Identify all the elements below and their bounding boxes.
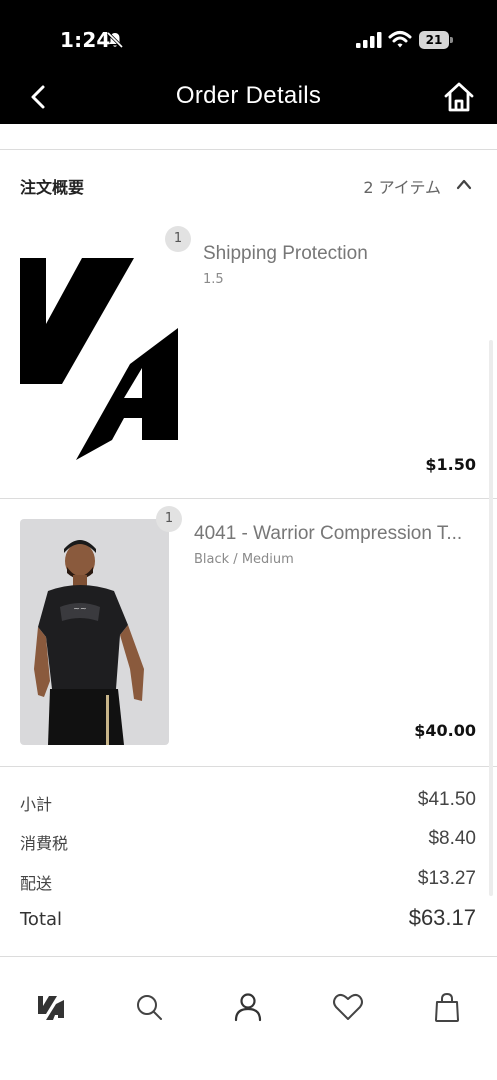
item-name: 4041 - Warrior Compression T...: [194, 523, 463, 544]
bag-icon[interactable]: [430, 990, 464, 1024]
item-name: Shipping Protection: [203, 243, 368, 264]
heart-icon[interactable]: [331, 990, 365, 1024]
subtotal-value: $41.50: [417, 789, 476, 810]
scrollbar[interactable]: [489, 340, 493, 896]
item-price: $1.50: [425, 455, 476, 474]
total-value: $63.17: [408, 905, 476, 930]
tab-bar: [0, 958, 497, 1080]
tax-value: $8.40: [428, 828, 476, 849]
account-icon[interactable]: [231, 990, 265, 1024]
quantity-badge: 1: [156, 506, 182, 532]
bell-off-icon: [106, 31, 124, 49]
quantity-badge: 1: [165, 226, 191, 252]
search-icon[interactable]: [132, 990, 166, 1024]
order-item-count[interactable]: 2 アイテム: [363, 174, 441, 198]
tax-label: 消費税: [20, 834, 69, 853]
divider: [0, 766, 497, 767]
item-variant: 1.5: [203, 272, 224, 287]
wifi-icon: [388, 31, 412, 48]
battery-indicator: 21: [419, 31, 453, 49]
page-title: Order Details: [175, 82, 322, 109]
product-photo-image: ~~: [20, 519, 169, 745]
item-variant: Black / Medium: [194, 552, 294, 567]
top-bar: 1:24 21 Order Details: [0, 0, 497, 124]
brand-logo-image: [20, 258, 178, 460]
shipping-label: 配送: [20, 874, 53, 893]
logo-icon[interactable]: [34, 990, 68, 1024]
order-summary-label: 注文概要: [20, 178, 85, 197]
total-label: Total: [20, 909, 63, 930]
battery-level: 21: [425, 33, 443, 47]
divider: [0, 956, 497, 957]
divider: [0, 149, 497, 150]
svg-text:~~: ~~: [73, 604, 86, 613]
status-time: 1:24: [60, 28, 111, 52]
chevron-up-icon[interactable]: [455, 177, 473, 191]
subtotal-label: 小計: [20, 795, 53, 814]
shipping-value: $13.27: [417, 868, 476, 889]
home-icon[interactable]: [442, 80, 476, 114]
item-price: $40.00: [414, 721, 476, 740]
signal-icon: [356, 32, 382, 48]
divider: [0, 498, 497, 499]
